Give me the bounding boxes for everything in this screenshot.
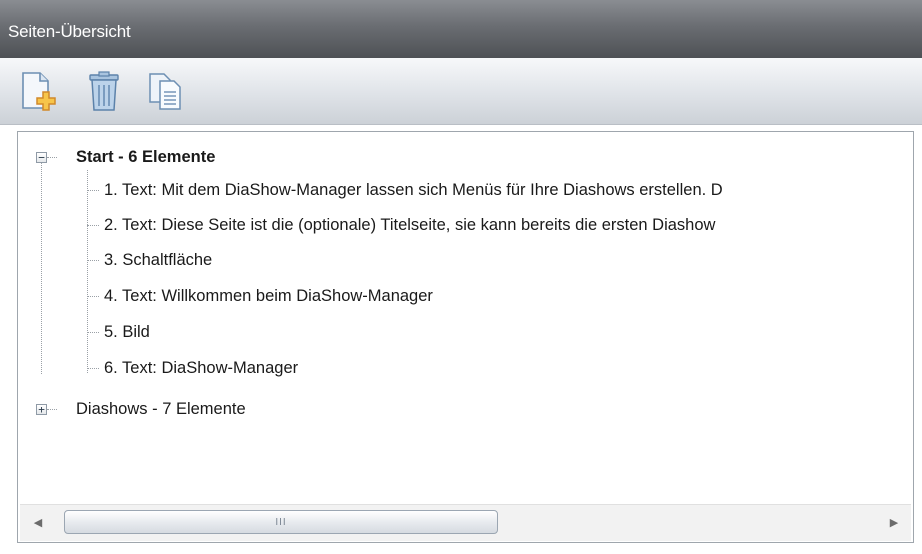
tree-connector — [87, 296, 99, 297]
tree-item-label: 5. Bild — [104, 323, 150, 341]
copy-page-icon — [149, 73, 181, 110]
page-tree: − Start - 6 Elemente 1. Text: Mit dem Di… — [17, 131, 914, 543]
tree-connector — [87, 368, 99, 369]
add-page-button[interactable] — [16, 68, 60, 114]
tree-item-label: 6. Text: DiaShow-Manager — [104, 359, 299, 377]
tree-connector — [87, 260, 99, 261]
collapse-toggle[interactable]: − — [36, 152, 47, 163]
tree-connector — [87, 190, 99, 191]
tree-node-start[interactable]: Start - 6 Elemente — [76, 140, 215, 174]
tree-connector — [47, 157, 57, 158]
trash-icon — [89, 71, 119, 111]
tree-connector — [87, 332, 99, 333]
tree-node-diashows[interactable]: Diashows - 7 Elemente — [76, 392, 246, 426]
tree-node-label: Start - 6 Elemente — [76, 148, 216, 166]
tree-connector — [41, 159, 42, 374]
tree-connector — [47, 409, 57, 410]
add-page-icon — [22, 72, 56, 111]
expand-toggle[interactable]: + — [36, 404, 47, 415]
scroll-right-button[interactable]: ▶ — [886, 515, 902, 531]
tree-item-label: 4. Text: Willkommen beim DiaShow-Manager — [104, 287, 433, 305]
tree-content: − Start - 6 Elemente 1. Text: Mit dem Di… — [18, 132, 913, 502]
tree-item-label: 2. Text: Diese Seite ist die (optionale)… — [104, 216, 716, 234]
scrollbar-thumb[interactable]: III — [64, 510, 498, 534]
panel-titlebar: Seiten-Übersicht — [0, 0, 922, 58]
tree-connector — [87, 225, 99, 226]
toolbar — [0, 58, 922, 125]
tree-item[interactable]: 5. Bild — [104, 315, 150, 349]
tree-item[interactable]: 1. Text: Mit dem DiaShow-Manager lassen … — [104, 173, 723, 207]
scroll-left-button[interactable]: ◀ — [30, 515, 46, 531]
tree-item[interactable]: 6. Text: DiaShow-Manager — [104, 351, 298, 385]
panel-title: Seiten-Übersicht — [8, 22, 131, 41]
tree-connector — [87, 170, 88, 373]
tree-item-label: 1. Text: Mit dem DiaShow-Manager lassen … — [104, 181, 723, 199]
tree-node-label: Diashows - 7 Elemente — [76, 400, 246, 418]
delete-page-button[interactable] — [82, 68, 126, 114]
tree-item-label: 3. Schaltfläche — [104, 251, 213, 269]
tree-item[interactable]: 3. Schaltfläche — [104, 243, 212, 277]
scrollbar-grip-icon: III — [275, 517, 287, 528]
copy-page-button[interactable] — [144, 68, 188, 114]
horizontal-scrollbar[interactable]: ◀ III ▶ — [20, 504, 911, 541]
page-overview-panel: Seiten-Übersicht − Start - 6 Elemente 1.… — [0, 0, 922, 554]
tree-item[interactable]: 2. Text: Diese Seite ist die (optionale)… — [104, 208, 715, 242]
tree-item[interactable]: 4. Text: Willkommen beim DiaShow-Manager — [104, 279, 433, 313]
